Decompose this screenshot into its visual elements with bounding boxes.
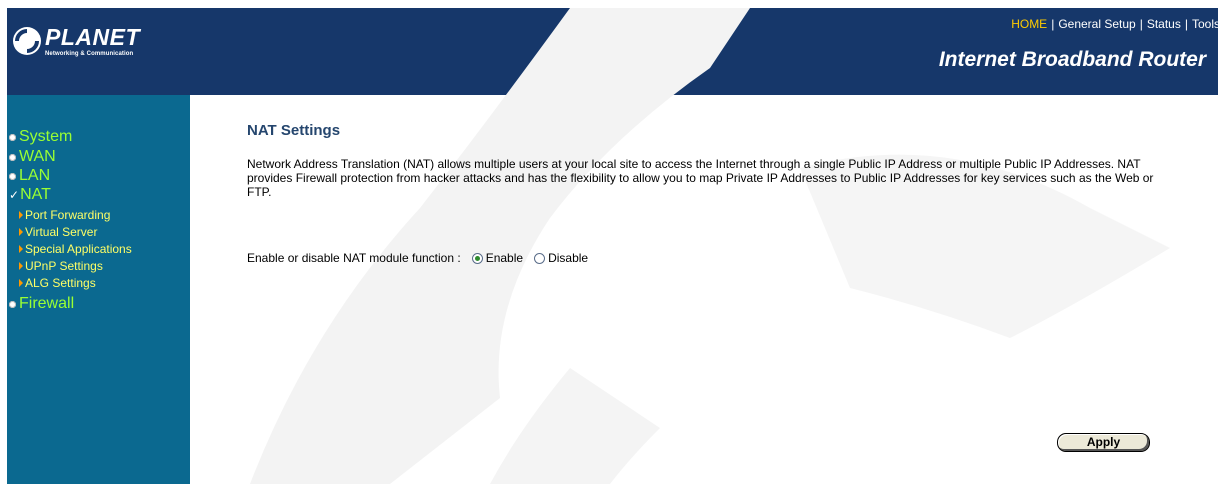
- logo-text: PLANET: [45, 24, 140, 50]
- nat-disable-option[interactable]: Disable: [534, 251, 588, 265]
- sidebar-item-nat[interactable]: ✓ NAT: [9, 186, 51, 204]
- apply-button[interactable]: Apply: [1057, 433, 1150, 452]
- planet-logo-icon: [13, 27, 41, 55]
- sidebar-subitem-label: ALG Settings: [25, 276, 96, 290]
- arrow-right-icon: [19, 279, 23, 287]
- logo-subtext: Networking & Communication: [45, 51, 134, 57]
- disable-radio[interactable]: [534, 252, 546, 264]
- sidebar-subitem-alg-settings[interactable]: ALG Settings: [19, 276, 96, 290]
- page-title: NAT Settings: [247, 122, 341, 139]
- enable-label: Enable: [485, 251, 524, 265]
- arrow-right-icon: [19, 228, 23, 236]
- bullet-icon: [9, 300, 16, 308]
- sidebar: System WAN LAN ✓ NAT Port Forwarding Vir…: [7, 95, 190, 484]
- check-icon: ✓: [9, 188, 20, 202]
- sidebar-item-label: WAN: [19, 148, 56, 165]
- bullet-icon: [9, 133, 16, 141]
- sidebar-item-label: LAN: [19, 167, 51, 184]
- enable-radio[interactable]: [471, 252, 483, 264]
- main-content: NAT Settings Network Address Translation…: [190, 8, 1218, 484]
- sidebar-item-label: NAT: [20, 186, 51, 203]
- watermark-graphic: [250, 8, 1170, 484]
- sidebar-item-label: Firewall: [19, 295, 75, 312]
- sidebar-subitem-label: Virtual Server: [25, 225, 98, 239]
- disable-label: Disable: [548, 251, 589, 265]
- nat-description: Network Address Translation (NAT) allows…: [247, 157, 1154, 199]
- sidebar-subitem-special-applications[interactable]: Special Applications: [19, 242, 132, 256]
- sidebar-item-wan[interactable]: WAN: [9, 148, 56, 166]
- bullet-icon: [9, 153, 16, 161]
- sidebar-item-lan[interactable]: LAN: [9, 167, 50, 185]
- sidebar-subitem-label: Special Applications: [25, 242, 132, 256]
- arrow-right-icon: [19, 262, 23, 270]
- bullet-icon: [9, 172, 16, 180]
- nat-enable-option[interactable]: Enable: [471, 251, 524, 265]
- arrow-right-icon: [19, 245, 23, 253]
- sidebar-subitem-label: UPnP Settings: [25, 259, 103, 273]
- sidebar-subitem-label: Port Forwarding: [25, 208, 111, 222]
- nat-toggle-row: Enable or disable NAT module function : …: [247, 251, 588, 265]
- sidebar-subitem-upnp-settings[interactable]: UPnP Settings: [19, 259, 103, 273]
- sidebar-item-label: System: [19, 128, 73, 145]
- sidebar-item-system[interactable]: System: [9, 128, 72, 146]
- router-frame: PLANET Networking & Communication HOME | G…: [7, 8, 1218, 484]
- arrow-right-icon: [19, 211, 23, 219]
- sidebar-subitem-virtual-server[interactable]: Virtual Server: [19, 225, 97, 239]
- nat-toggle-label: Enable or disable NAT module function :: [247, 251, 461, 265]
- sidebar-subitem-port-forwarding[interactable]: Port Forwarding: [19, 208, 110, 222]
- sidebar-item-firewall[interactable]: Firewall: [9, 295, 74, 313]
